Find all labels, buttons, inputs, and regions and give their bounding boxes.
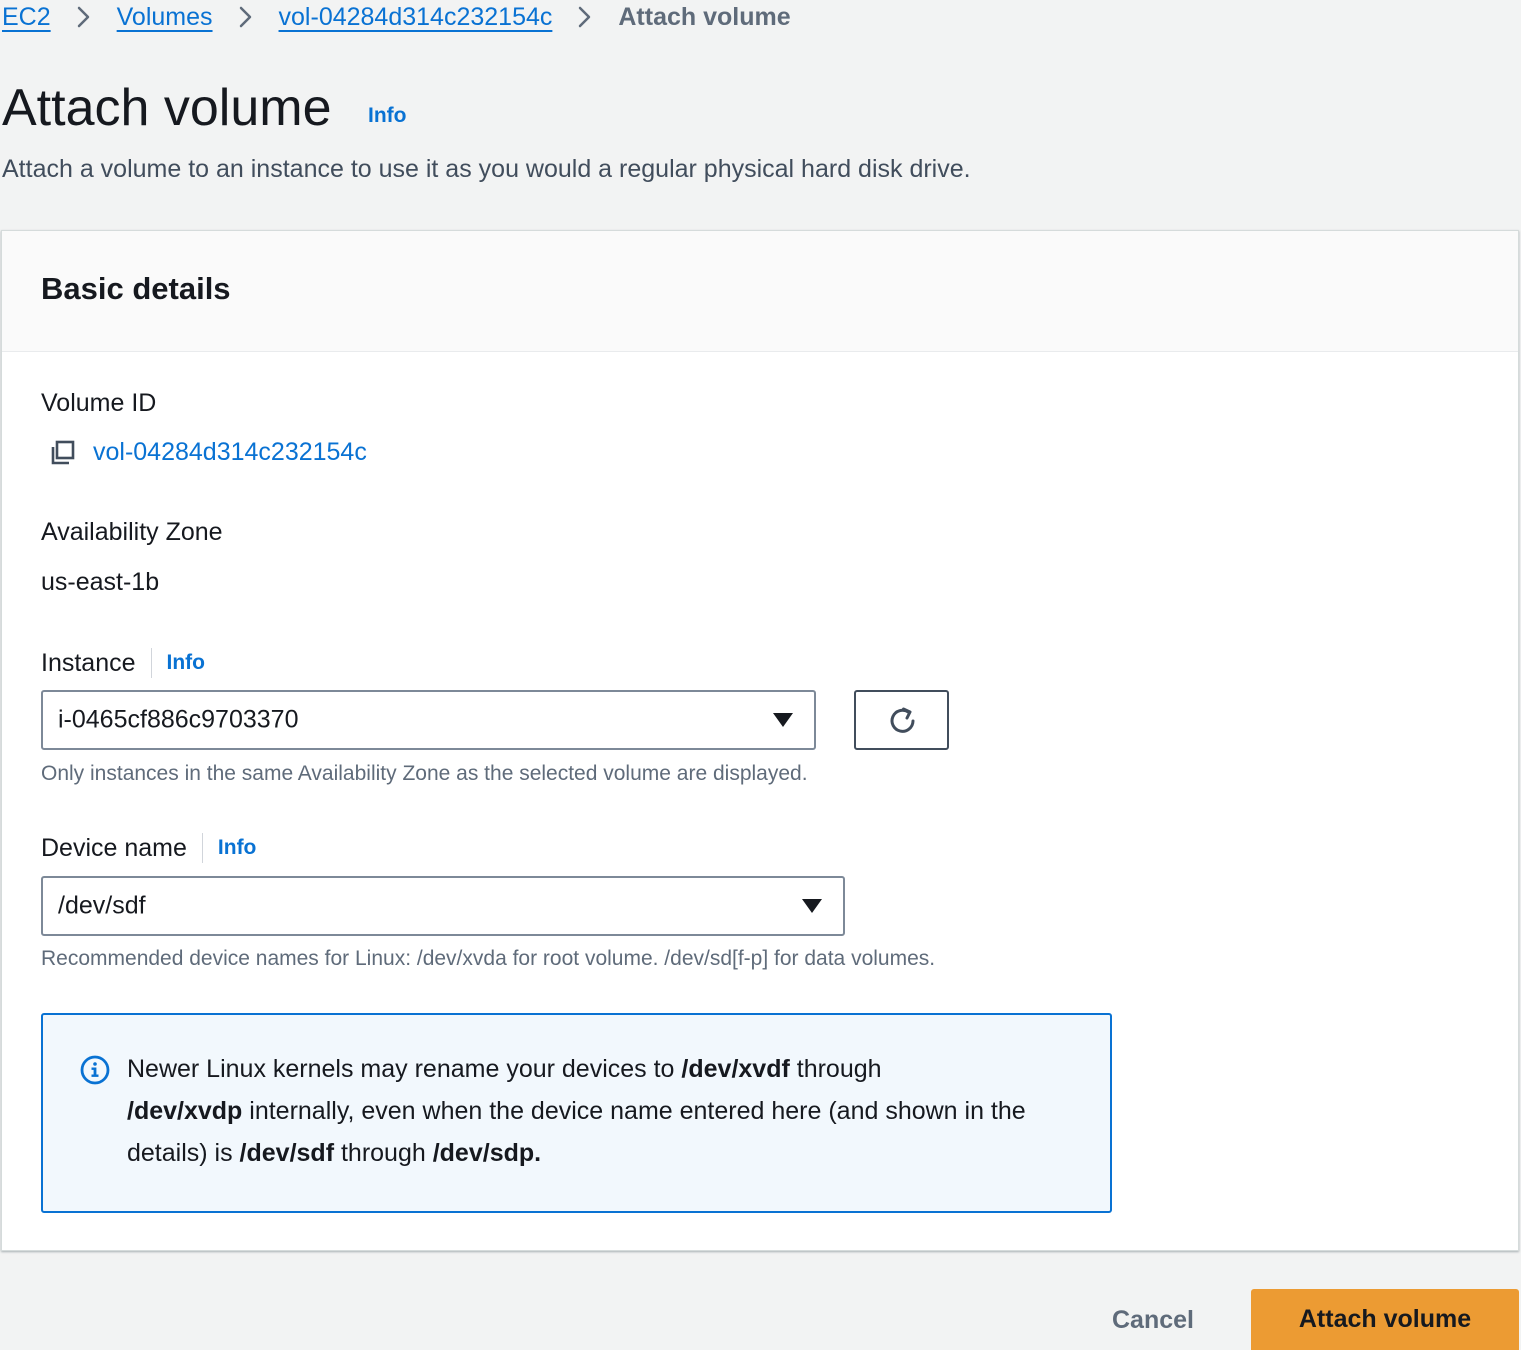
device-name-select-value: /dev/sdf bbox=[58, 891, 146, 920]
breadcrumb-volumes[interactable]: Volumes bbox=[117, 3, 213, 32]
alert-text-part: Newer Linux kernels may rename your devi… bbox=[127, 1055, 682, 1083]
instance-info-link[interactable]: Info bbox=[167, 651, 205, 675]
cancel-button[interactable]: Cancel bbox=[1100, 1290, 1206, 1350]
label-divider bbox=[150, 648, 152, 678]
device-name-info-link[interactable]: Info bbox=[218, 836, 256, 860]
alert-bold-xvdp: /dev/xvdp bbox=[127, 1097, 243, 1125]
alert-message: Newer Linux kernels may rename your devi… bbox=[127, 1048, 1087, 1174]
info-circle-icon bbox=[80, 1055, 110, 1085]
device-name-label: Device name bbox=[41, 833, 187, 862]
basic-details-container: Basic details Volume ID vol-04284d314c23… bbox=[1, 230, 1519, 1251]
chevron-right-icon bbox=[239, 6, 251, 28]
caret-down-icon bbox=[773, 713, 793, 727]
alert-bold-sdf: /dev/sdf bbox=[239, 1139, 335, 1167]
alert-text-part: through bbox=[334, 1139, 433, 1167]
breadcrumb-ec2[interactable]: EC2 bbox=[2, 3, 51, 32]
alert-bold-xvdf: /dev/xvdf bbox=[681, 1055, 790, 1083]
refresh-instances-button[interactable] bbox=[854, 690, 949, 750]
alert-text-part: through bbox=[789, 1055, 882, 1083]
instance-select-value: i-0465cf886c9703370 bbox=[58, 705, 299, 734]
device-name-label-row: Device name Info bbox=[41, 831, 256, 865]
container-header: Basic details bbox=[2, 231, 1518, 352]
device-name-select[interactable]: /dev/sdf bbox=[41, 876, 845, 936]
instance-hint: Only instances in the same Availability … bbox=[41, 762, 808, 785]
volume-id-label: Volume ID bbox=[41, 389, 157, 417]
availability-zone-label: Availability Zone bbox=[41, 518, 223, 546]
refresh-icon bbox=[890, 707, 915, 733]
section-title: Basic details bbox=[41, 271, 231, 306]
breadcrumb: EC2 Volumes vol-04284d314c232154c Attach… bbox=[2, 0, 791, 34]
volume-id-link[interactable]: vol-04284d314c232154c bbox=[93, 438, 367, 467]
chevron-right-icon bbox=[579, 6, 591, 28]
breadcrumb-current: Attach volume bbox=[618, 2, 791, 31]
chevron-right-icon bbox=[77, 6, 89, 28]
page-title: Attach volume bbox=[2, 79, 332, 137]
alert-bold-sdp: /dev/sdp. bbox=[432, 1139, 542, 1167]
page-description: Attach a volume to an instance to use it… bbox=[2, 155, 971, 183]
device-name-hint: Recommended device names for Linux: /dev… bbox=[41, 947, 936, 970]
instance-label: Instance bbox=[41, 648, 136, 677]
availability-zone-value: us-east-1b bbox=[41, 568, 160, 596]
page-info-link[interactable]: Info bbox=[368, 104, 406, 128]
instance-label-row: Instance Info bbox=[41, 646, 205, 680]
copy-icon[interactable] bbox=[49, 439, 77, 467]
instance-select[interactable]: i-0465cf886c9703370 bbox=[41, 690, 816, 750]
attach-volume-button[interactable]: Attach volume bbox=[1251, 1289, 1519, 1350]
breadcrumb-volume-id[interactable]: vol-04284d314c232154c bbox=[279, 3, 553, 32]
caret-down-icon bbox=[802, 899, 822, 913]
label-divider bbox=[201, 833, 203, 863]
info-alert: Newer Linux kernels may rename your devi… bbox=[41, 1013, 1112, 1213]
